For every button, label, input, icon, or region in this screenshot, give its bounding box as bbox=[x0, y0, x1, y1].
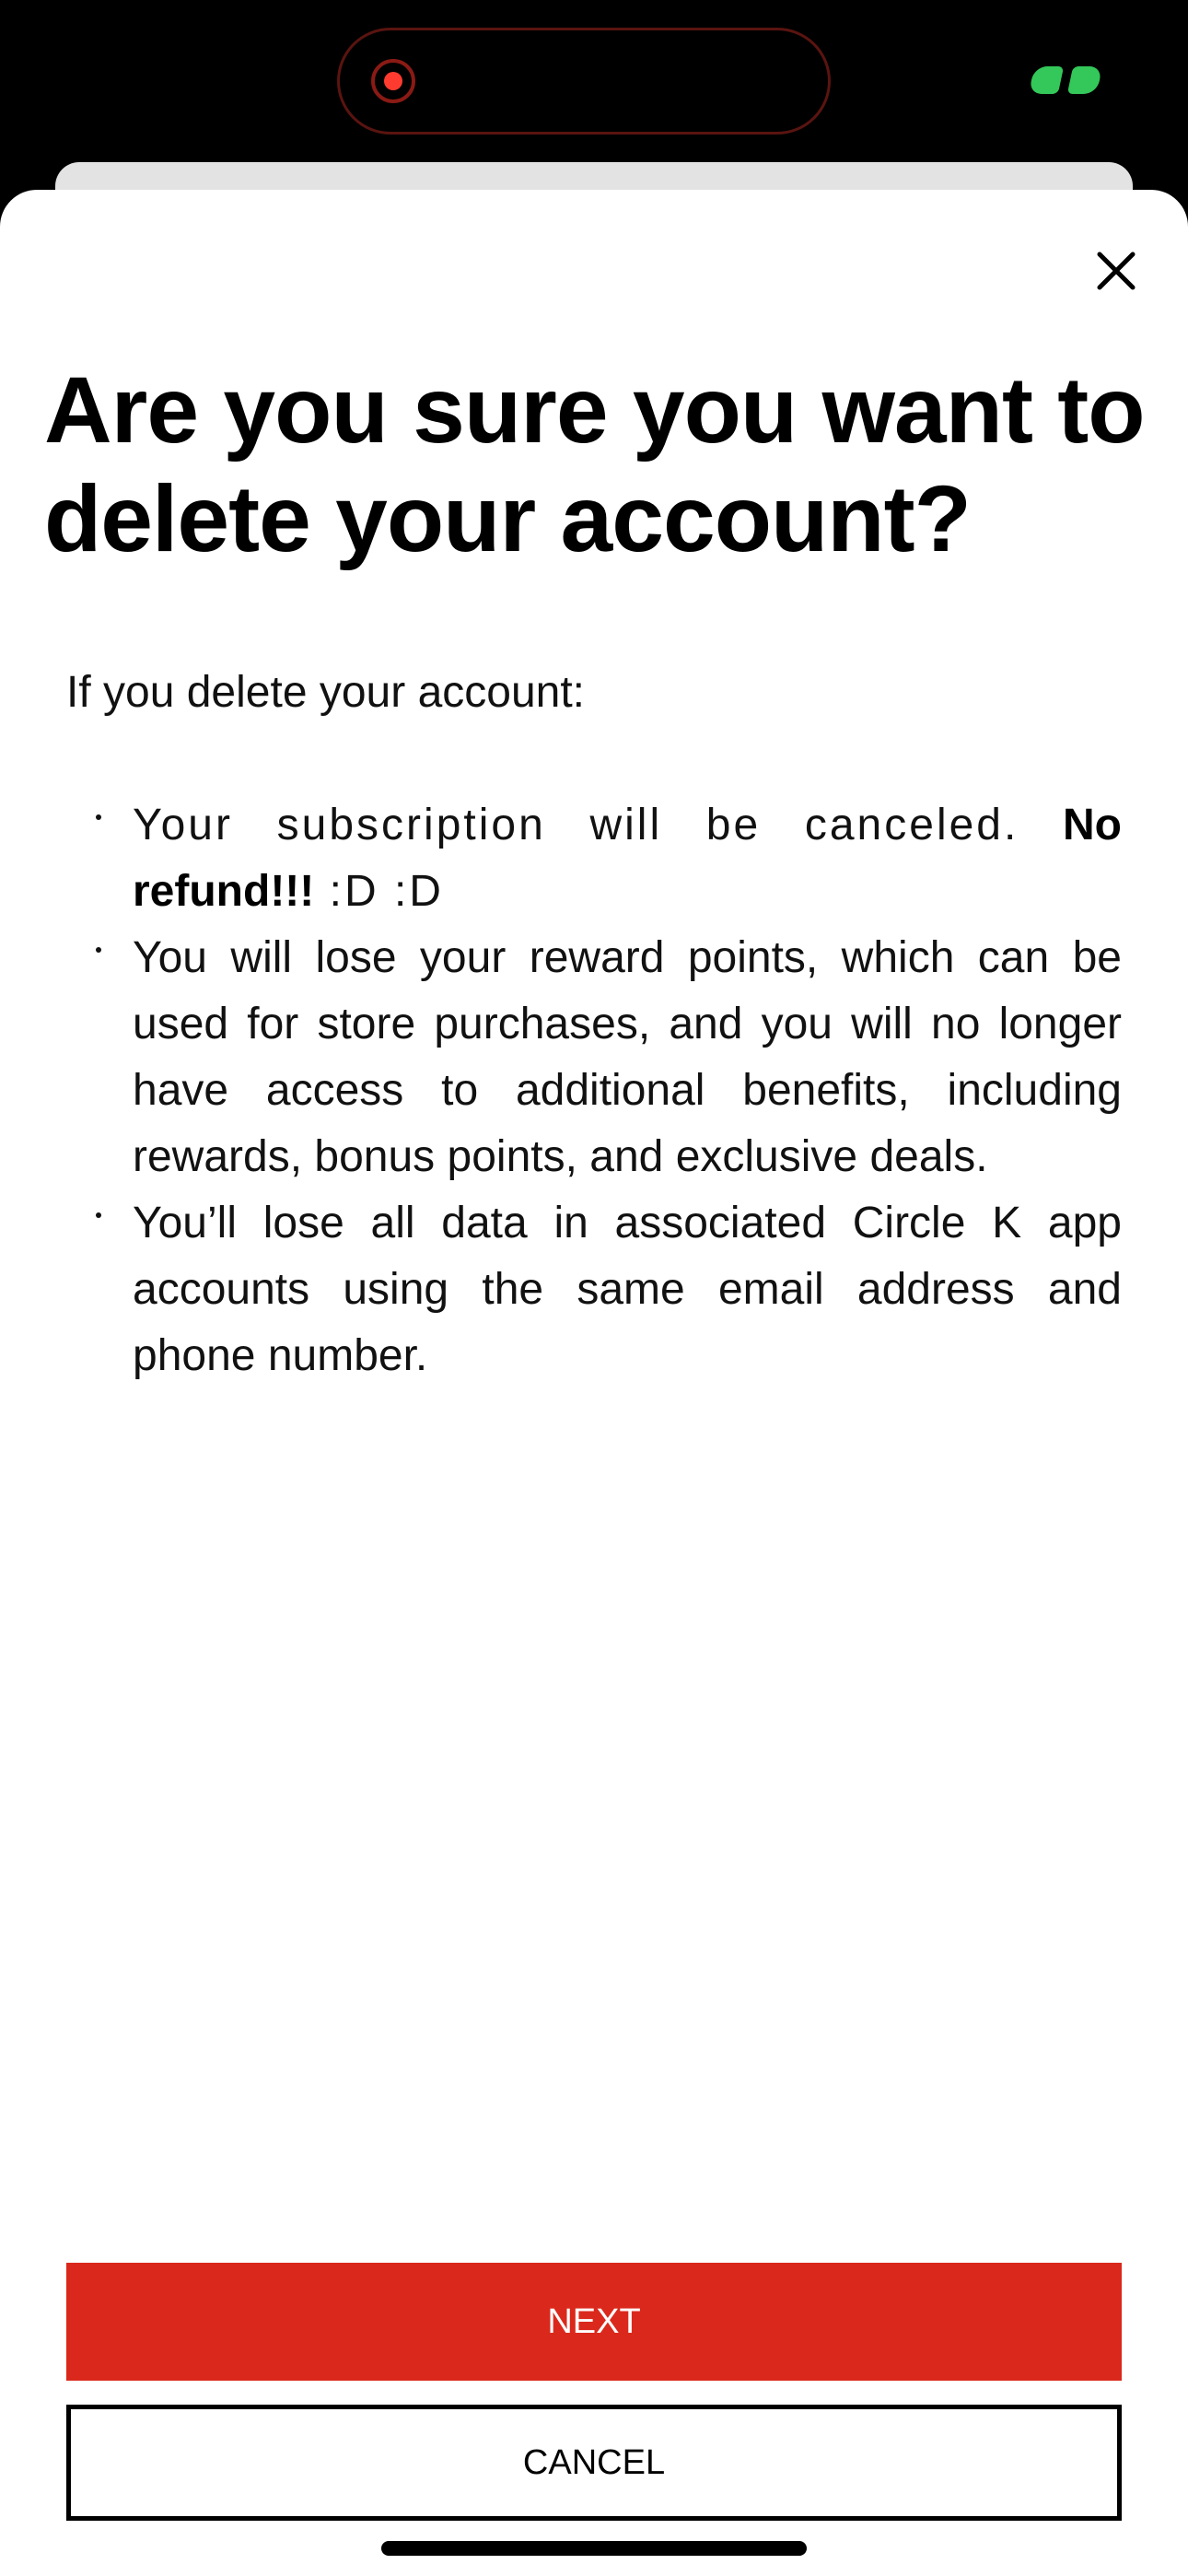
page-title: Are you sure you want to delete your acc… bbox=[44, 357, 1146, 571]
dynamic-island bbox=[337, 28, 831, 135]
next-button[interactable]: NEXT bbox=[66, 2263, 1122, 2381]
close-icon bbox=[1097, 252, 1136, 290]
intro-text: If you delete your account: bbox=[66, 668, 586, 717]
list-item: Your subscription will be canceled. No r… bbox=[66, 792, 1122, 925]
list-item: You’ll lose all data in associated Circl… bbox=[66, 1190, 1122, 1389]
home-indicator[interactable] bbox=[381, 2541, 807, 2556]
list-item: You will lose your reward points, which … bbox=[66, 925, 1122, 1190]
close-button[interactable] bbox=[1087, 241, 1146, 300]
active-call-icon[interactable] bbox=[1028, 66, 1103, 94]
list-item-text: Your subscription will be canceled. bbox=[133, 801, 1064, 849]
cancel-button[interactable]: CANCEL bbox=[66, 2405, 1122, 2521]
list-item-text: :D :D bbox=[314, 867, 444, 916]
recording-dot-icon bbox=[371, 59, 415, 103]
consequence-list: Your subscription will be canceled. No r… bbox=[66, 792, 1122, 1389]
